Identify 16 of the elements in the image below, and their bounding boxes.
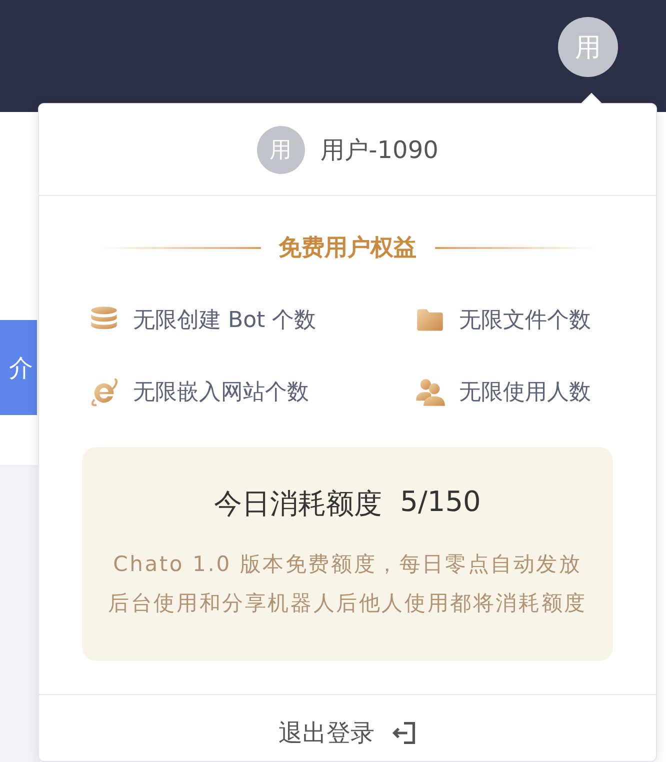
sidebar-tab[interactable]: 介: [0, 320, 37, 415]
benefit-label: 无限文件个数: [459, 307, 591, 335]
benefit-label: 无限嵌入网站个数: [133, 379, 309, 407]
quota-title: 今日消耗额度: [214, 486, 382, 522]
benefit-label: 无限创建 Bot 个数: [133, 307, 316, 335]
quota-note: Chato 1.0 版本免费额度，每日零点自动发放: [113, 551, 582, 578]
benefit-label: 无限使用人数: [459, 379, 591, 407]
logout-button[interactable]: 退出登录: [278, 717, 416, 749]
users-icon: [415, 377, 445, 407]
browser-icon: [89, 377, 119, 407]
logout-icon: [390, 720, 416, 746]
benefits-title: 免费用户权益: [278, 234, 416, 263]
quota-note: 后台使用和分享机器人后他人使用都将消耗额度: [108, 590, 587, 617]
user-avatar: 用: [256, 126, 305, 174]
quota-value: 5/150: [400, 485, 481, 520]
user-name: 用户-1090: [320, 134, 438, 166]
